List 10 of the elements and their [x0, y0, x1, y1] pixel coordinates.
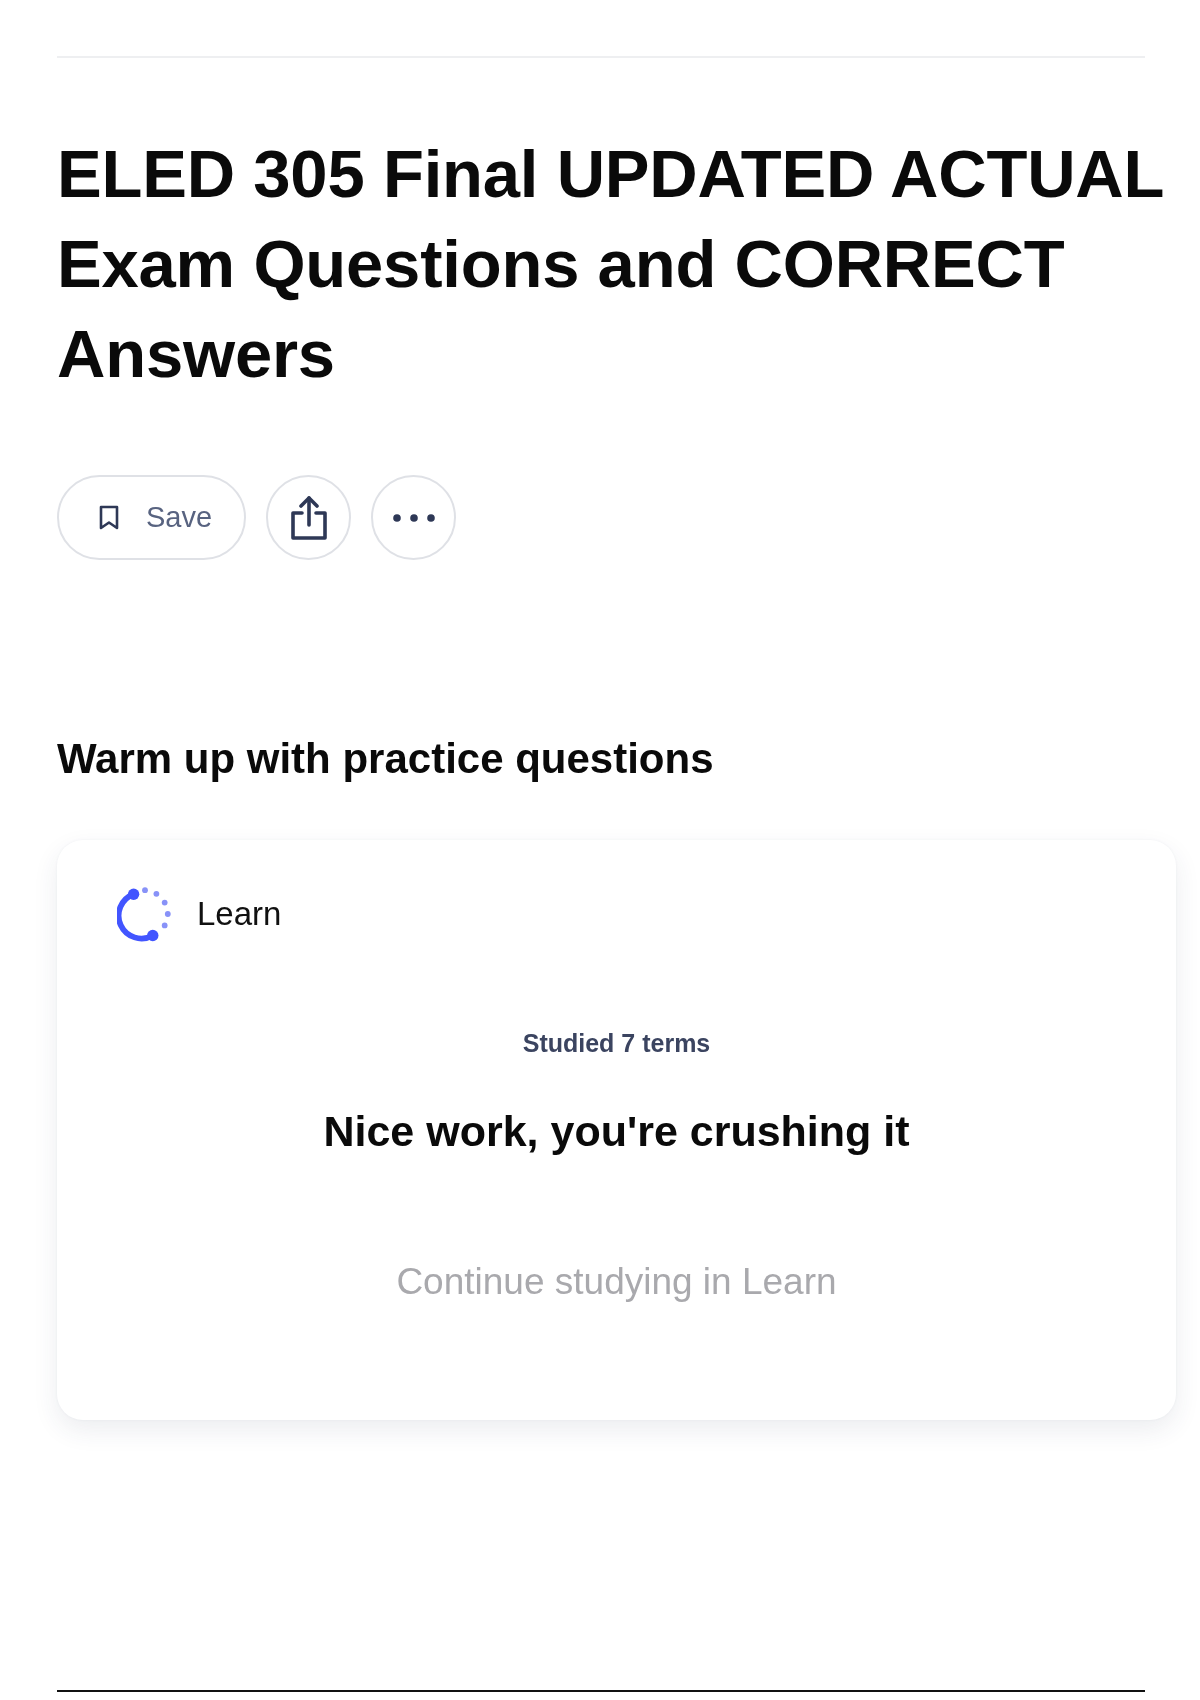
save-button[interactable]: Save [57, 475, 247, 560]
page-title: ELED 305 Final UPDATED ACTUAL Exam Questions and CORRECT Answers [57, 135, 1165, 393]
progress-text: Studied 7 terms [522, 1028, 711, 1058]
ellipsis-icon [392, 513, 435, 522]
learn-progress-icon [117, 885, 173, 943]
encouragement-message: Nice work, you're crushing it [323, 1106, 910, 1156]
mode-label: Learn [197, 894, 282, 934]
bookmark-icon [99, 505, 119, 530]
section-heading: Warm up with practice questions [57, 736, 715, 782]
share-icon [290, 495, 327, 540]
